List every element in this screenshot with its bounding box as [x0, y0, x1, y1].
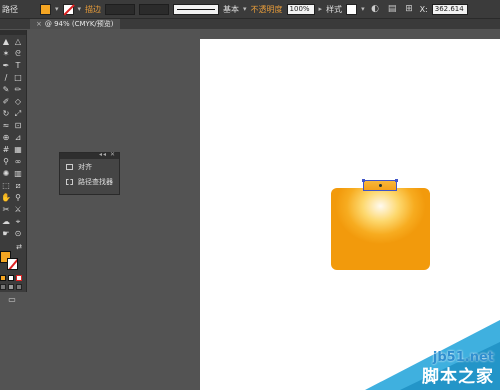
- align-pathfinder-panel: ◂◂ ✕ 对齐 路径查找器: [59, 151, 120, 195]
- hand-tool-icon[interactable]: ✋: [1, 193, 11, 203]
- panel-item-align[interactable]: 对齐: [60, 159, 119, 174]
- opacity-dropdown-icon[interactable]: ▸: [319, 5, 323, 13]
- artboard-tool-icon[interactable]: ⬚: [1, 181, 11, 191]
- close-tab-icon[interactable]: ×: [36, 20, 42, 28]
- stroke-label[interactable]: 描边: [85, 4, 101, 15]
- blend-tool-icon[interactable]: ∞: [13, 157, 23, 167]
- tools-panel-header[interactable]: [0, 30, 26, 35]
- watermark-text: 脚本之家: [422, 367, 494, 387]
- draw-inside-icon[interactable]: [16, 284, 22, 290]
- panel-header[interactable]: ◂◂ ✕: [60, 151, 119, 159]
- scissors-tool-icon[interactable]: ⚔: [13, 205, 23, 215]
- line-tool-icon[interactable]: ∕: [1, 73, 11, 83]
- pathfinder-icon: [66, 178, 73, 185]
- eraser-tool-icon[interactable]: ◇: [13, 97, 23, 107]
- eyedropper-tool-icon[interactable]: ⚲: [1, 157, 11, 167]
- panel-item-pathfinder[interactable]: 路径查找器: [60, 174, 119, 189]
- paintbrush-tool-icon[interactable]: ✎: [1, 85, 11, 95]
- align-icon: [66, 163, 73, 170]
- puppet-tool-icon[interactable]: ⌖: [13, 217, 23, 227]
- style-dropdown-icon[interactable]: ▾: [361, 5, 365, 13]
- gradient-mode-icon[interactable]: [8, 275, 14, 281]
- free-transform-tool-icon[interactable]: ⊡: [13, 121, 23, 131]
- opacity-field[interactable]: 100%: [286, 3, 315, 15]
- blob-brush-tool-icon[interactable]: ✐: [1, 97, 11, 107]
- watermark: jb51.net 脚本之家: [365, 320, 500, 390]
- style-label: 样式: [326, 4, 343, 14]
- selected-tab-rectangle[interactable]: [362, 179, 398, 191]
- stroke-profile-label[interactable]: 基本: [223, 4, 239, 15]
- slice-tool-icon[interactable]: ⧄: [13, 181, 23, 191]
- panel-item-label: 对齐: [78, 162, 92, 171]
- stroke-profile-preview[interactable]: [173, 3, 220, 15]
- variable-width-field[interactable]: [139, 3, 170, 15]
- selection-tool-icon[interactable]: ▲: [1, 37, 11, 47]
- pen-tool-icon[interactable]: ✒: [1, 61, 11, 71]
- shape-builder-tool-icon[interactable]: ⊕: [1, 133, 11, 143]
- draw-mode-icon[interactable]: [0, 284, 6, 290]
- perspective-grid-tool-icon[interactable]: ⊿: [13, 133, 23, 143]
- opacity-label[interactable]: 不透明度: [251, 4, 283, 15]
- stroke-swatch[interactable]: [62, 3, 74, 15]
- selection-type-label: 路径: [2, 4, 18, 14]
- document-tab-bar: × @ 94% (CMYK/预览): [0, 19, 500, 29]
- zoom-tool-alt-icon[interactable]: ⊙: [13, 229, 23, 239]
- stroke-color-box[interactable]: [7, 258, 18, 270]
- align-icon[interactable]: ▤: [386, 3, 399, 16]
- x-label: X:: [419, 4, 428, 14]
- stroke-weight-field[interactable]: [105, 3, 136, 15]
- graphic-style-swatch[interactable]: [346, 3, 358, 15]
- artboard[interactable]: jb51.net 脚本之家: [200, 39, 500, 390]
- none-mode-icon[interactable]: [16, 275, 22, 281]
- zoom-tool-icon[interactable]: ⚲: [13, 193, 23, 203]
- lasso-tool-icon[interactable]: ᘓ: [13, 49, 23, 59]
- rectangle-tool-icon[interactable]: □: [13, 73, 23, 83]
- pencil-tool-icon[interactable]: ✏: [13, 85, 23, 95]
- recolor-icon[interactable]: ◐: [369, 3, 382, 16]
- color-mode-icon[interactable]: [0, 275, 6, 281]
- symbol-sprayer-tool-icon[interactable]: ✺: [1, 169, 11, 179]
- anchor-point-icon[interactable]: [395, 179, 398, 182]
- center-point-icon: [379, 184, 382, 187]
- magic-wand-tool-icon[interactable]: ✶: [1, 49, 11, 59]
- mesh-tool-icon[interactable]: #: [1, 145, 11, 155]
- draw-behind-icon[interactable]: [8, 284, 14, 290]
- gradient-tool-icon[interactable]: ▦: [13, 145, 23, 155]
- fill-dropdown-icon[interactable]: ▾: [55, 5, 59, 13]
- fill-swatch[interactable]: [40, 3, 51, 15]
- rotate-tool-icon[interactable]: ↻: [1, 109, 11, 119]
- screen-mode-icon[interactable]: ▭: [6, 295, 18, 305]
- document-tab[interactable]: × @ 94% (CMYK/预览): [30, 19, 120, 29]
- knife-tool-icon[interactable]: ✂: [1, 205, 11, 215]
- x-coordinate-field[interactable]: 362.614: [431, 3, 468, 15]
- swap-colors-icon[interactable]: ⇄: [14, 242, 24, 252]
- column-graph-tool-icon[interactable]: ▥: [13, 169, 23, 179]
- scale-tool-icon[interactable]: ⤢: [13, 109, 23, 119]
- hand-tool-alt-icon[interactable]: ☛: [1, 229, 11, 239]
- panel-collapse-icon[interactable]: ◂◂ ✕: [99, 151, 116, 158]
- warp-tool-icon[interactable]: ☁: [1, 217, 11, 227]
- orange-rounded-rectangle[interactable]: [331, 188, 430, 270]
- stroke-dropdown-icon[interactable]: ▾: [78, 5, 82, 13]
- type-tool-icon[interactable]: T: [13, 61, 23, 71]
- tools-panel: ▲ △ ✶ ᘓ ✒ T ∕ □ ✎ ✏ ✐ ◇ ↻ ⤢ ≈ ⊡ ⊕ ⊿ # ▦ …: [0, 30, 27, 304]
- anchor-point-icon[interactable]: [362, 179, 365, 182]
- profile-dropdown-icon[interactable]: ▾: [243, 5, 247, 13]
- panel-item-label: 路径查找器: [78, 177, 113, 186]
- control-bar: 路径 ▾ ▾ 描边 基本 ▾ 不透明度 100% ▸ 样式 ▾ ◐ ▤ ⊞ X:…: [0, 0, 500, 19]
- direct-selection-tool-icon[interactable]: △: [13, 37, 23, 47]
- document-tab-title: @ 94% (CMYK/预览): [44, 20, 114, 28]
- width-tool-icon[interactable]: ≈: [1, 121, 11, 131]
- transform-icon[interactable]: ⊞: [403, 3, 416, 16]
